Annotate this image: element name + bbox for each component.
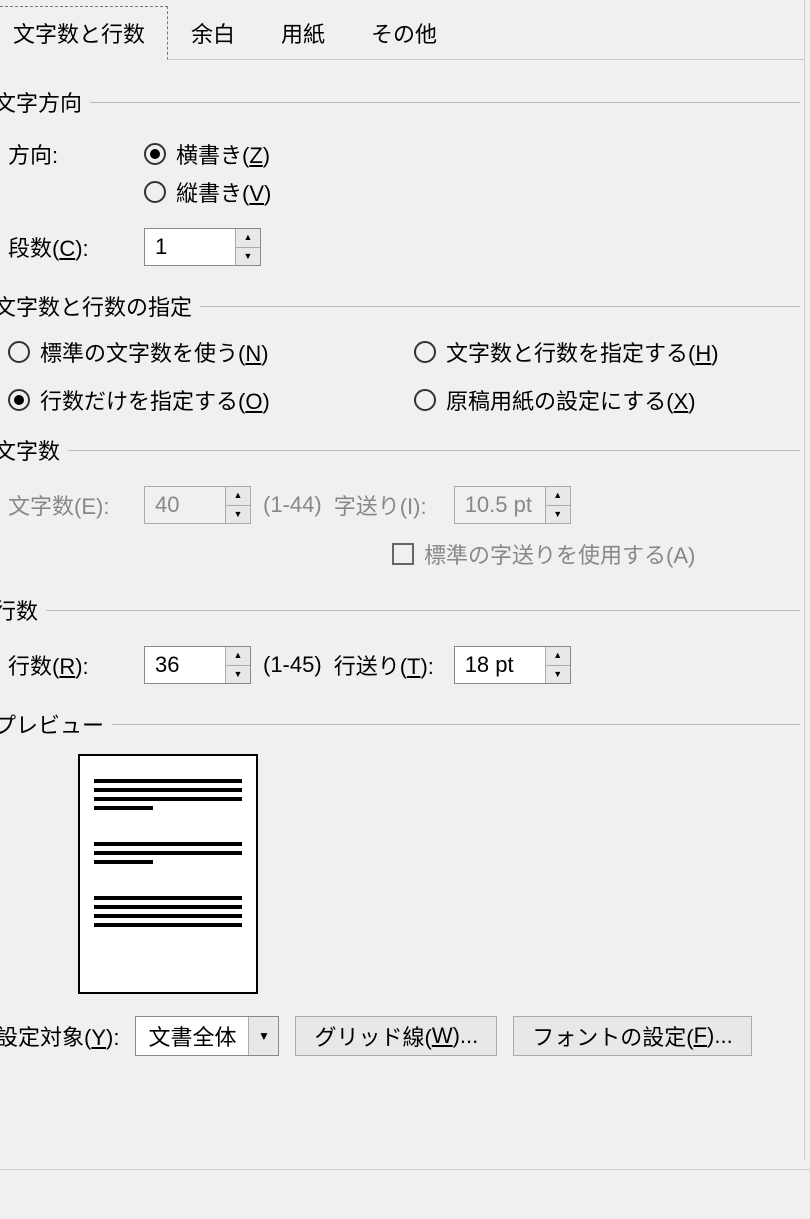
spinner-up-icon[interactable]: ▲ [546, 647, 570, 666]
radio-horizontal[interactable] [144, 143, 166, 165]
group-spec: 文字数と行数の指定 標準の文字数を使う(N) 文字数と行数を指定する(H) [0, 290, 800, 418]
char-pitch-label: 字送り(I): [334, 489, 454, 521]
radio-lines-only-label: 行数だけを指定する(O) [40, 384, 270, 416]
spinner-up-icon: ▲ [226, 487, 250, 506]
char-pitch-value: 10.5 pt [455, 487, 545, 523]
preview-page [78, 754, 258, 994]
columns-label: 段数(C): [8, 231, 144, 263]
divider [90, 102, 800, 103]
chars-value: 40 [145, 487, 225, 523]
spinner-up-icon[interactable]: ▲ [236, 229, 260, 248]
tab-grid[interactable]: 文字数と行数 [0, 6, 168, 60]
tab-margins[interactable]: 余白 [168, 6, 258, 59]
radio-standard-label: 標準の文字数を使う(N) [40, 336, 269, 368]
apply-to-combo[interactable]: 文書全体 ▼ [135, 1016, 279, 1056]
radio-vertical[interactable] [144, 181, 166, 203]
checkbox-std-pitch-label: 標準の字送りを使用する(A) [424, 538, 695, 570]
group-lines-title: 行数 [0, 594, 46, 626]
gridlines-button[interactable]: グリッド線(W)... [295, 1016, 497, 1056]
group-preview-title: プレビュー [0, 708, 112, 740]
lines-label: 行数(R): [8, 649, 144, 681]
spinner-down-icon[interactable]: ▼ [226, 666, 250, 684]
radio-genkou-label: 原稿用紙の設定にする(X) [446, 384, 696, 416]
group-direction: 文字方向 方向: 横書き(Z) 縦書き(V) 段数(C): 1 [0, 86, 800, 274]
direction-label: 方向: [8, 138, 144, 170]
line-pitch-label: 行送り(T): [334, 649, 454, 681]
chevron-down-icon[interactable]: ▼ [248, 1017, 278, 1055]
line-pitch-value[interactable]: 18 pt [455, 647, 545, 683]
lines-value[interactable]: 36 [145, 647, 225, 683]
bottom-row: 設定対象(Y): 文書全体 ▼ グリッド線(W)... フォントの設定(F)..… [0, 1016, 800, 1056]
chars-spinner: 40 ▲ ▼ [144, 486, 251, 524]
spinner-down-icon[interactable]: ▼ [236, 248, 260, 266]
group-spec-title: 文字数と行数の指定 [0, 290, 200, 322]
radio-horizontal-label: 横書き(Z) [176, 138, 270, 170]
chars-label: 文字数(E): [8, 489, 144, 521]
group-preview: プレビュー [0, 708, 800, 996]
radio-lines-only[interactable] [8, 389, 30, 411]
char-pitch-spinner: 10.5 pt ▲ ▼ [454, 486, 571, 524]
divider [46, 610, 800, 611]
line-pitch-spinner[interactable]: 18 pt ▲ ▼ [454, 646, 571, 684]
spinner-up-icon: ▲ [546, 487, 570, 506]
radio-chars-lines-label: 文字数と行数を指定する(H) [446, 336, 719, 368]
page-setup-dialog: 文字数と行数 余白 用紙 その他 文字方向 方向: 横書き(Z) 縦書き(V) [0, 0, 805, 1160]
divider [112, 724, 800, 725]
spinner-down-icon[interactable]: ▼ [546, 666, 570, 684]
radio-standard[interactable] [8, 341, 30, 363]
apply-to-label: 設定対象(Y): [0, 1020, 119, 1052]
tab-bar: 文字数と行数 余白 用紙 その他 [0, 6, 804, 60]
columns-spinner[interactable]: 1 ▲ ▼ [144, 228, 261, 266]
group-chars: 文字数 文字数(E): 40 ▲ ▼ (1-44) 字送り(I): [0, 434, 800, 578]
radio-genkou[interactable] [414, 389, 436, 411]
radio-chars-lines[interactable] [414, 341, 436, 363]
columns-value[interactable]: 1 [145, 229, 235, 265]
group-lines: 行数 行数(R): 36 ▲ ▼ (1-45) 行送り(T): [0, 594, 800, 692]
divider [200, 306, 800, 307]
spinner-down-icon: ▼ [546, 506, 570, 524]
tab-paper[interactable]: 用紙 [258, 6, 348, 59]
font-settings-button[interactable]: フォントの設定(F)... [513, 1016, 751, 1056]
divider [68, 450, 800, 451]
spinner-up-icon[interactable]: ▲ [226, 647, 250, 666]
radio-vertical-label: 縦書き(V) [176, 176, 271, 208]
lines-spinner[interactable]: 36 ▲ ▼ [144, 646, 251, 684]
chars-range: (1-44) [263, 492, 322, 518]
group-direction-title: 文字方向 [0, 86, 90, 118]
spinner-down-icon: ▼ [226, 506, 250, 524]
footer-bar [0, 1169, 810, 1219]
group-chars-title: 文字数 [0, 434, 68, 466]
checkbox-std-pitch [392, 543, 414, 565]
lines-range: (1-45) [263, 652, 322, 678]
apply-to-value: 文書全体 [136, 1017, 248, 1055]
tab-other[interactable]: その他 [348, 6, 460, 59]
